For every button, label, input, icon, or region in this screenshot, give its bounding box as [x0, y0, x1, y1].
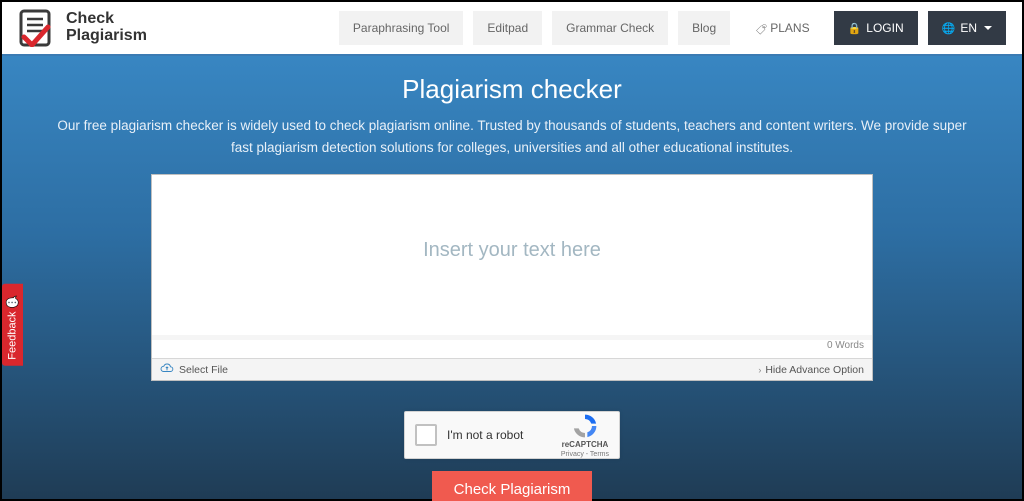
chevron-down-icon: [984, 26, 992, 30]
text-input[interactable]: [152, 175, 872, 335]
hide-advance-button[interactable]: › Hide Advance Option: [750, 364, 872, 376]
editor-panel: 0 Words Select File › Hide Advance Optio…: [151, 174, 873, 381]
tag-icon: 🏷: [755, 23, 766, 36]
nav-plans-label: PLANS: [770, 21, 809, 35]
recaptcha-terms: Privacy - Terms: [561, 451, 609, 458]
nav-grammar[interactable]: Grammar Check: [552, 11, 668, 45]
login-label: LOGIN: [866, 21, 903, 35]
recaptcha-brand: reCAPTCHA: [562, 440, 609, 449]
word-count: 0 Words: [152, 340, 872, 358]
hide-advance-label: Hide Advance Option: [765, 364, 864, 376]
select-file-label: Select File: [179, 364, 228, 376]
recaptcha-label: I'm not a robot: [447, 428, 523, 442]
logo-line2: Plagiarism: [66, 28, 147, 45]
language-dropdown[interactable]: 🌐 EN: [928, 11, 1006, 45]
logo-icon: [18, 9, 56, 47]
nav-blog[interactable]: Blog: [678, 11, 730, 45]
recaptcha-checkbox[interactable]: [415, 424, 437, 446]
lock-icon: 🔒: [848, 22, 862, 35]
nav: Paraphrasing Tool Editpad Grammar Check …: [339, 11, 1006, 45]
recaptcha-icon: [571, 412, 599, 440]
language-label: EN: [960, 21, 977, 35]
chevron-right-icon: ›: [758, 365, 761, 375]
globe-icon: 🌐: [942, 22, 956, 35]
feedback-tab[interactable]: Feedback 💬: [2, 284, 23, 366]
nav-editpad[interactable]: Editpad: [473, 11, 542, 45]
recaptcha: I'm not a robot reCAPTCHA Privacy - Term…: [404, 411, 620, 459]
nav-paraphrasing[interactable]: Paraphrasing Tool: [339, 11, 464, 45]
editor-toolbar: Select File › Hide Advance Option: [152, 358, 872, 380]
page-subtitle: Our free plagiarism checker is widely us…: [52, 115, 972, 158]
select-file-button[interactable]: Select File: [152, 363, 236, 376]
check-plagiarism-button[interactable]: Check Plagiarism: [432, 471, 593, 501]
comment-icon: 💬: [6, 294, 19, 307]
page-title: Plagiarism checker: [402, 74, 622, 105]
recaptcha-badge: reCAPTCHA Privacy - Terms: [561, 412, 609, 458]
nav-plans[interactable]: 🏷 PLANS: [740, 11, 823, 45]
login-button[interactable]: 🔒 LOGIN: [834, 11, 918, 45]
header: Check Plagiarism Paraphrasing Tool Editp…: [2, 2, 1022, 56]
logo-line1: Check: [66, 11, 147, 28]
logo-text: Check Plagiarism: [66, 11, 147, 45]
hero: Plagiarism checker Our free plagiarism c…: [2, 56, 1022, 499]
cloud-upload-icon: [160, 363, 174, 376]
logo[interactable]: Check Plagiarism: [18, 9, 147, 47]
feedback-label: Feedback: [7, 311, 19, 359]
